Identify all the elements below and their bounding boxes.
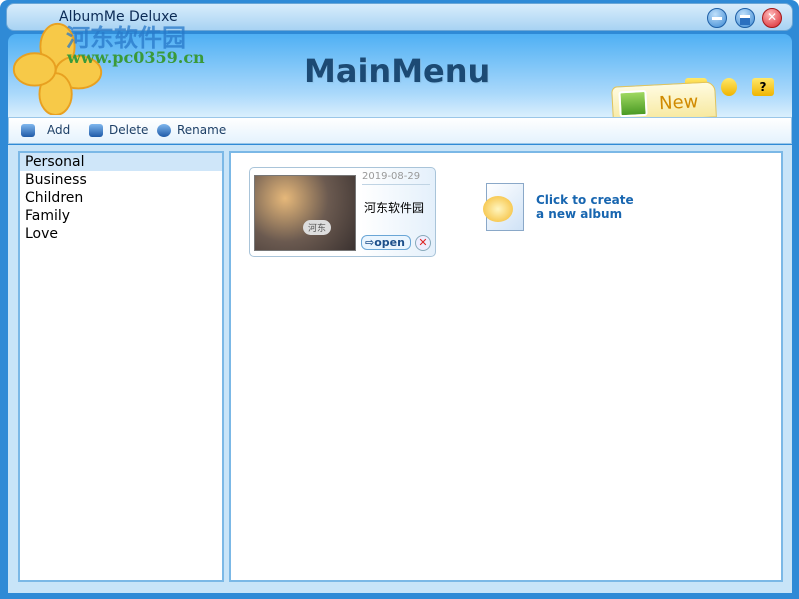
delete-label: Delete bbox=[109, 123, 149, 137]
add-button[interactable]: Add bbox=[21, 123, 70, 137]
album-date: 2019-08-29 bbox=[362, 171, 430, 185]
create-line1: Click to create bbox=[536, 193, 634, 207]
thumbnail-caption: 河东 bbox=[303, 220, 332, 235]
album-card[interactable]: 河东 2019-08-29 河东软件园 ⇨open ✕ bbox=[249, 167, 436, 257]
add-label: Add bbox=[47, 123, 71, 137]
delete-icon bbox=[89, 123, 103, 137]
album-grid: 河东 2019-08-29 河东软件园 ⇨open ✕ Click to cre… bbox=[229, 151, 783, 582]
rename-label: Rename bbox=[177, 123, 227, 137]
create-line2: a new album bbox=[536, 207, 623, 221]
watermark-url: www.pc0359.cn bbox=[67, 48, 205, 67]
arrow-right-icon: ⇨ bbox=[365, 236, 375, 249]
delete-album-button[interactable]: ✕ bbox=[415, 235, 431, 251]
album-thumbnail[interactable]: 河东 bbox=[254, 175, 356, 251]
content-area: Personal Business Children Family Love 河… bbox=[8, 145, 792, 593]
category-list: Personal Business Children Family Love bbox=[18, 151, 224, 582]
category-item[interactable]: Love bbox=[20, 225, 222, 243]
toolbar: Add Delete Rename bbox=[8, 117, 792, 144]
category-item[interactable]: Children bbox=[20, 189, 222, 207]
app-window: AlbumMe Deluxe ? MainMenu 河东软件园 www.pc03… bbox=[0, 0, 799, 599]
new-label: New bbox=[658, 91, 699, 115]
minimize-button[interactable] bbox=[707, 8, 727, 28]
open-label: open bbox=[374, 236, 405, 249]
close-button[interactable] bbox=[762, 8, 782, 28]
category-item[interactable]: Business bbox=[20, 171, 222, 189]
maximize-button[interactable] bbox=[735, 8, 755, 28]
rename-button[interactable]: Rename bbox=[157, 123, 226, 137]
add-icon bbox=[21, 123, 35, 137]
delete-button[interactable]: Delete bbox=[89, 123, 148, 137]
open-album-button[interactable]: ⇨open bbox=[361, 235, 411, 250]
category-item[interactable]: Personal bbox=[20, 153, 222, 171]
help-icon[interactable]: ? bbox=[752, 78, 774, 96]
rename-icon bbox=[157, 123, 171, 137]
page-title: MainMenu bbox=[304, 52, 491, 90]
album-name: 河东软件园 bbox=[364, 201, 425, 215]
create-album-text: Click to create a new album bbox=[536, 193, 634, 221]
new-album-file-icon bbox=[483, 183, 524, 231]
create-album-button[interactable]: Click to create a new album bbox=[483, 183, 634, 231]
camera-photo-icon bbox=[618, 89, 648, 118]
category-item[interactable]: Family bbox=[20, 207, 222, 225]
user-icon[interactable] bbox=[721, 78, 737, 96]
